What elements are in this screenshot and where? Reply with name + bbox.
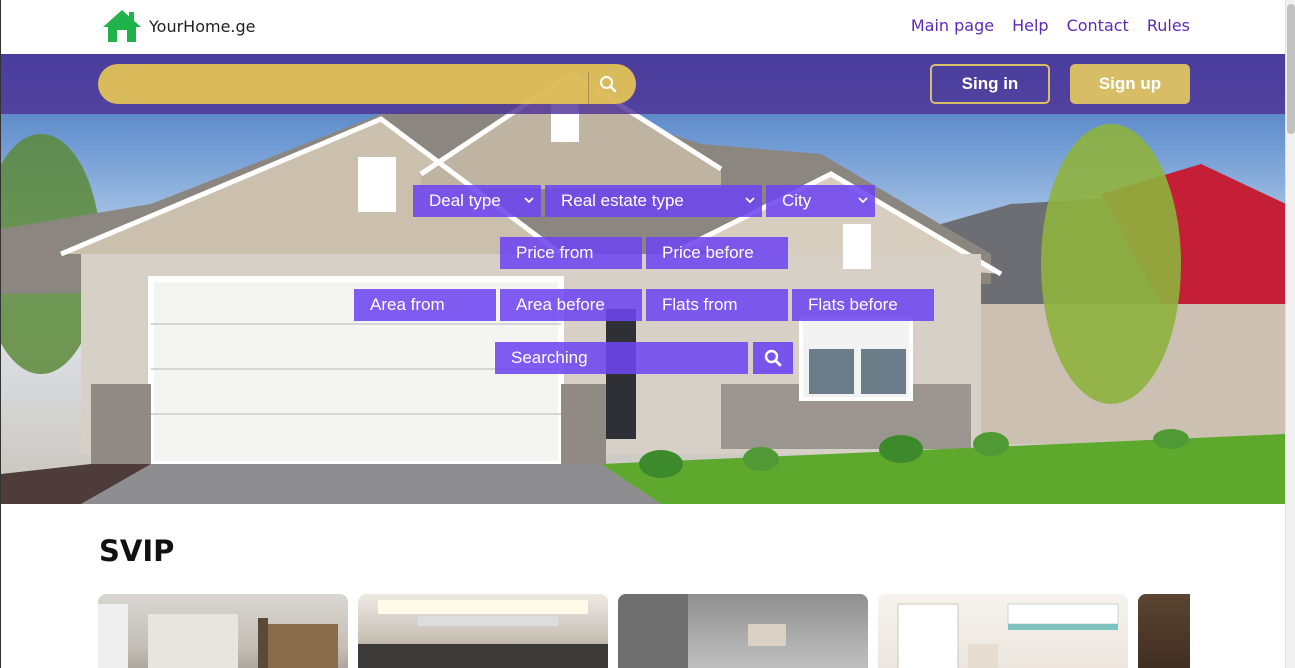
house-photo xyxy=(1,71,1285,504)
brand-name: YourHome.ge xyxy=(149,16,256,36)
nav-rules[interactable]: Rules xyxy=(1147,16,1190,35)
listing-card[interactable] xyxy=(98,594,348,668)
price-before-placeholder: Price before xyxy=(662,243,754,262)
listing-photo xyxy=(897,603,1119,668)
flats-before-placeholder: Flats before xyxy=(808,295,898,314)
signup-button[interactable]: Sign up xyxy=(1070,64,1190,104)
deal-type-label: Deal type xyxy=(429,191,501,210)
svip-carousel xyxy=(98,594,1190,668)
top-navbar: YourHome.ge Main page Help Contact Rules xyxy=(1,0,1285,54)
main-nav: Main page Help Contact Rules xyxy=(911,16,1190,35)
flats-from-input[interactable]: Flats from xyxy=(646,289,788,321)
real-estate-type-label: Real estate type xyxy=(561,191,684,210)
listing-photo xyxy=(358,600,608,668)
filter-search-button[interactable] xyxy=(753,342,793,374)
searching-placeholder: Searching xyxy=(511,348,588,367)
price-from-placeholder: Price from xyxy=(516,243,594,262)
svip-title: SVIP xyxy=(99,534,175,568)
search-icon xyxy=(764,349,782,367)
hero-banner: Sing in Sign up Deal type Real estate ty… xyxy=(1,54,1285,504)
brand-logo[interactable]: YourHome.ge xyxy=(101,8,256,44)
area-before-placeholder: Area before xyxy=(516,295,605,314)
header-search-strip: Sing in Sign up xyxy=(1,54,1285,114)
nav-main-page[interactable]: Main page xyxy=(911,16,994,35)
area-before-input[interactable]: Area before xyxy=(500,289,642,321)
real-estate-type-select[interactable]: Real estate type xyxy=(545,185,762,217)
area-from-input[interactable]: Area from xyxy=(354,289,496,321)
search-divider xyxy=(588,72,589,106)
chevron-down-icon xyxy=(524,197,534,204)
nav-help[interactable]: Help xyxy=(1012,16,1048,35)
price-from-input[interactable]: Price from xyxy=(500,237,642,269)
site-search-input[interactable] xyxy=(112,64,582,104)
searching-input[interactable]: Searching xyxy=(495,342,748,374)
nav-contact[interactable]: Contact xyxy=(1067,16,1129,35)
city-select[interactable]: City xyxy=(766,185,875,217)
listing-card[interactable] xyxy=(358,594,608,668)
page: YourHome.ge Main page Help Contact Rules xyxy=(0,0,1285,668)
signin-button[interactable]: Sing in xyxy=(930,64,1050,104)
flats-before-input[interactable]: Flats before xyxy=(792,289,934,321)
listing-card[interactable] xyxy=(618,594,868,668)
house-icon xyxy=(103,10,141,42)
deal-type-select[interactable]: Deal type xyxy=(413,185,541,217)
vertical-scrollbar[interactable] xyxy=(1285,0,1295,668)
listing-card[interactable] xyxy=(878,594,1128,668)
listing-photo xyxy=(98,604,338,668)
listing-card[interactable] xyxy=(1138,594,1190,668)
city-label: City xyxy=(782,191,812,210)
search-icon[interactable] xyxy=(594,70,622,98)
scrollbar-thumb[interactable] xyxy=(1287,4,1295,134)
chevron-down-icon xyxy=(858,197,868,204)
chevron-down-icon xyxy=(745,197,755,204)
flats-from-placeholder: Flats from xyxy=(662,295,738,314)
area-from-placeholder: Area from xyxy=(370,295,445,314)
site-search xyxy=(98,64,636,106)
price-before-input[interactable]: Price before xyxy=(646,237,788,269)
listing-photo xyxy=(618,594,786,668)
